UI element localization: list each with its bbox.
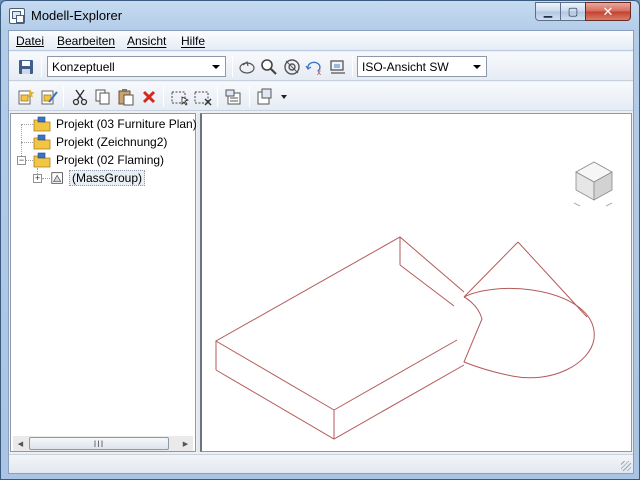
tree-item-label: Projekt (03 Furniture Plan) bbox=[56, 117, 197, 131]
tree-item-furniture-plan[interactable]: Projekt (03 Furniture Plan) bbox=[33, 115, 199, 133]
toolbar-separator bbox=[63, 86, 64, 107]
status-bar bbox=[9, 454, 633, 473]
view-preset-value: ISO-Ansicht SW bbox=[362, 60, 449, 74]
toolbar-separator bbox=[249, 86, 250, 107]
toolbar-separator bbox=[352, 56, 353, 77]
zoom-extents-icon bbox=[283, 58, 300, 75]
box-edge bbox=[215, 364, 465, 440]
model-canvas[interactable] bbox=[202, 114, 631, 451]
toolbar-separator bbox=[232, 56, 233, 77]
properties-icon bbox=[225, 89, 240, 104]
paste-button[interactable] bbox=[115, 86, 136, 107]
mass-model-wireframe bbox=[214, 236, 595, 440]
scroll-left-arrow-icon[interactable]: ◀ bbox=[13, 436, 28, 451]
zoom-extents-button[interactable] bbox=[281, 56, 302, 77]
cut-button[interactable] bbox=[69, 86, 90, 107]
paste-icon bbox=[118, 88, 133, 105]
orbit-icon bbox=[238, 60, 255, 74]
project-folder-icon bbox=[33, 134, 51, 150]
horizontal-scrollbar[interactable]: ◀ III ▶ bbox=[13, 436, 193, 451]
orbit-button[interactable] bbox=[236, 56, 257, 77]
tree-line bbox=[42, 178, 50, 179]
camera-button[interactable] bbox=[327, 56, 348, 77]
new-project-button[interactable] bbox=[15, 86, 36, 107]
box-edge bbox=[399, 264, 455, 307]
menu-ansicht[interactable]: Ansicht bbox=[127, 34, 166, 48]
view-preset-select[interactable]: ISO-Ansicht SW bbox=[357, 56, 487, 77]
tree-item-label: Projekt (02 Flaming) bbox=[56, 153, 165, 167]
new-dropdown-button[interactable] bbox=[255, 86, 291, 107]
scrollbar-thumb[interactable]: III bbox=[29, 437, 169, 450]
view-cube[interactable] bbox=[573, 161, 613, 207]
delete-button[interactable] bbox=[138, 86, 159, 107]
copy-icon bbox=[95, 89, 109, 104]
minimize-button[interactable]: ▁ bbox=[535, 2, 561, 21]
menu-ansicht-label: Ansicht bbox=[127, 34, 167, 48]
maximize-button[interactable]: ▢ bbox=[560, 2, 586, 21]
new-dropdown-icon bbox=[257, 88, 287, 104]
menu-bar: Datei Bearbeiten Ansicht Hilfe bbox=[9, 31, 633, 51]
resize-grip-icon[interactable] bbox=[621, 461, 631, 471]
mass-group-icon bbox=[51, 172, 63, 184]
menu-bearbeiten[interactable]: Bearbeiten bbox=[57, 34, 115, 48]
visual-style-value: Konzeptuell bbox=[52, 60, 115, 74]
tree-item-02-flaming[interactable]: Projekt (02 Flaming) bbox=[33, 151, 166, 169]
delete-icon bbox=[142, 90, 155, 103]
toolbar-separator bbox=[41, 56, 42, 77]
visual-style-select[interactable]: Konzeptuell bbox=[47, 56, 226, 77]
properties-button[interactable] bbox=[223, 86, 244, 107]
collapse-toggle[interactable]: − bbox=[17, 156, 26, 165]
title-bar[interactable]: Modell-Explorer ▁ ▢ ✕ bbox=[1, 1, 639, 31]
orbit-x-icon: x bbox=[305, 61, 321, 76]
window-title: Modell-Explorer bbox=[31, 8, 123, 23]
tree-item-massgroup[interactable]: (MassGroup) bbox=[50, 169, 146, 187]
new-project-icon bbox=[18, 88, 34, 104]
chevron-down-icon[interactable] bbox=[469, 58, 485, 75]
zoom-button[interactable] bbox=[258, 56, 279, 77]
toolbar-separator bbox=[163, 86, 164, 107]
toolbar-separator bbox=[217, 86, 218, 107]
scroll-right-arrow-icon[interactable]: ▶ bbox=[178, 436, 193, 451]
app-window: Modell-Explorer ▁ ▢ ✕ Datei Bearbeiten A… bbox=[0, 0, 640, 480]
project-folder-icon bbox=[33, 152, 51, 168]
menu-hilfe[interactable]: Hilfe bbox=[181, 34, 205, 48]
view-cube-shadow bbox=[573, 202, 581, 207]
tree-item-label: Projekt (Zeichnung2) bbox=[56, 135, 168, 149]
menu-bearbeiten-label: Bearbeiten bbox=[57, 34, 116, 48]
tree-item-zeichnung2[interactable]: Projekt (Zeichnung2) bbox=[33, 133, 169, 151]
client-area: Datei Bearbeiten Ansicht Hilfe Konzeptue… bbox=[8, 30, 634, 474]
copy-button[interactable] bbox=[92, 86, 113, 107]
view-cube-shadow bbox=[605, 202, 613, 207]
tree-item-label: (MassGroup) bbox=[69, 170, 146, 186]
close-button[interactable]: ✕ bbox=[585, 2, 631, 21]
menu-datei[interactable]: Datei bbox=[16, 34, 44, 48]
select-button[interactable] bbox=[169, 86, 190, 107]
box-edge bbox=[333, 339, 458, 411]
edit-toolbar bbox=[9, 82, 633, 111]
expand-toggle[interactable]: + bbox=[33, 174, 42, 183]
view-toolbar: Konzeptuell x ISO-Ansicht SW bbox=[9, 52, 633, 81]
menu-hilfe-label: Hilfe bbox=[181, 34, 206, 48]
cone-base bbox=[463, 287, 595, 379]
cut-icon bbox=[72, 89, 87, 105]
camera-icon bbox=[329, 59, 345, 74]
deselect-icon bbox=[194, 91, 211, 105]
select-icon bbox=[171, 91, 189, 106]
edit-project-button[interactable] bbox=[38, 86, 59, 107]
chevron-down-icon[interactable] bbox=[208, 58, 224, 75]
zoom-icon bbox=[260, 58, 277, 75]
edit-project-icon bbox=[41, 90, 58, 104]
orbit-x-button[interactable]: x bbox=[304, 56, 325, 77]
menu-datei-label: Datei bbox=[16, 34, 45, 48]
deselect-button[interactable] bbox=[192, 86, 213, 107]
svg-text:x: x bbox=[317, 68, 321, 76]
project-tree[interactable]: Projekt (03 Furniture Plan) Projekt (Zei… bbox=[10, 113, 199, 452]
save-button[interactable] bbox=[15, 56, 36, 77]
project-folder-icon bbox=[33, 116, 51, 132]
app-icon[interactable] bbox=[9, 8, 25, 24]
save-icon bbox=[18, 59, 33, 74]
model-viewport[interactable] bbox=[200, 113, 632, 452]
